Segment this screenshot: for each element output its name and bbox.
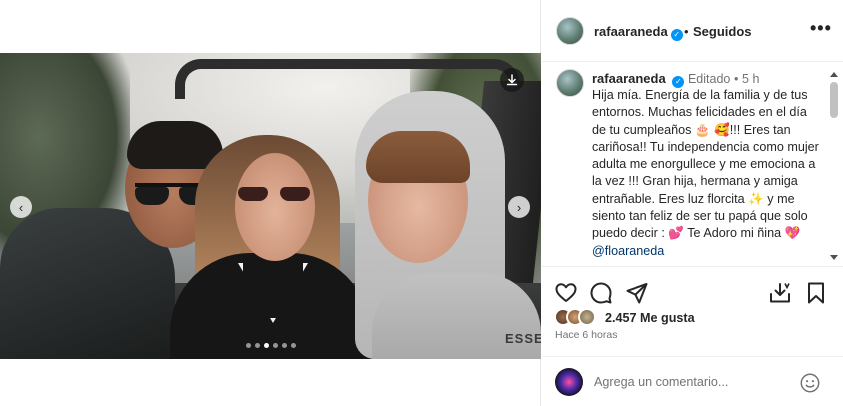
current-user-avatar: [555, 368, 583, 396]
post-modal: ESSEN ‹ › rafaaraneda✓ • Seguidos •••: [0, 0, 843, 406]
smiley-icon[interactable]: [799, 372, 821, 394]
carousel-dot: [273, 343, 278, 348]
person-right-hair: [366, 131, 470, 183]
download-icon: [506, 74, 518, 86]
caption-header: rafaaraneda ✓ Editado • 5 h: [592, 71, 759, 88]
chevron-left-icon: ‹: [18, 199, 24, 215]
caption-mention-link[interactable]: @floaraneda: [592, 244, 664, 258]
caption-author-avatar[interactable]: [556, 69, 584, 97]
carousel-dots: [246, 343, 296, 348]
author-username[interactable]: rafaaraneda ✓: [594, 24, 683, 41]
carousel-dot: [291, 343, 296, 348]
verified-badge-icon: ✓: [670, 29, 683, 41]
hoodie-brand-text: ESSEN: [505, 331, 541, 346]
scroll-down-arrow-icon[interactable]: [830, 255, 838, 260]
post-actions: 2.457 Me gusta Hace 6 horas: [542, 266, 843, 366]
comment-icon[interactable]: [589, 281, 613, 305]
likes-count[interactable]: 2.457 Me gusta: [605, 311, 695, 325]
scrollbar-thumb[interactable]: [830, 82, 838, 118]
photo-rollbar: [175, 59, 520, 99]
likers-avatars[interactable]: [554, 308, 596, 326]
person-center-head: [235, 153, 315, 261]
person-right-body: [372, 273, 541, 359]
caption-scrollbar[interactable]: [830, 72, 838, 260]
download-button[interactable]: [500, 68, 524, 92]
bookmark-icon[interactable]: [804, 281, 828, 305]
heart-icon[interactable]: [554, 281, 578, 305]
comment-composer: [542, 356, 843, 406]
follow-status-button[interactable]: Seguidos: [693, 24, 752, 39]
more-options-icon[interactable]: •••: [810, 18, 832, 39]
post-photo[interactable]: ESSEN: [0, 53, 541, 359]
liker-avatar[interactable]: [578, 308, 596, 326]
carousel-prev-button[interactable]: ‹: [10, 196, 32, 218]
caption-edited-label: Editado: [687, 72, 731, 86]
caption-area: rafaaraneda ✓ Editado • 5 h Hija mía. En…: [542, 62, 843, 266]
comment-input[interactable]: [594, 375, 794, 389]
caption-author-username[interactable]: rafaaraneda: [592, 71, 666, 86]
carousel-dot: [246, 343, 251, 348]
carousel-dot: [255, 343, 260, 348]
chevron-right-icon: ›: [516, 199, 522, 215]
carousel-next-button[interactable]: ›: [508, 196, 530, 218]
carousel-dot: [264, 343, 269, 348]
carousel-dot: [282, 343, 287, 348]
author-username-text[interactable]: rafaaraneda: [594, 24, 668, 39]
header-separator: •: [684, 24, 689, 39]
caption-body: Hija mía. Energía de la familia y de tus…: [592, 88, 819, 241]
post-timestamp[interactable]: Hace 6 horas: [555, 329, 617, 341]
scroll-up-arrow-icon[interactable]: [830, 72, 838, 77]
person-center-sunglasses: [238, 187, 310, 203]
media-pane: ESSEN ‹ ›: [0, 0, 541, 406]
post-header: rafaaraneda ✓ • Seguidos •••: [542, 0, 843, 62]
author-avatar[interactable]: [556, 17, 584, 45]
paper-plane-icon[interactable]: [625, 281, 649, 305]
repost-icon[interactable]: [768, 281, 792, 305]
caption-timestamp[interactable]: 5 h: [742, 72, 759, 86]
caption-separator: •: [734, 72, 739, 86]
post-side-panel: rafaaraneda ✓ • Seguidos ••• rafaaraneda …: [542, 0, 843, 406]
caption-text: Hija mía. Energía de la familia y de tus…: [592, 87, 820, 260]
